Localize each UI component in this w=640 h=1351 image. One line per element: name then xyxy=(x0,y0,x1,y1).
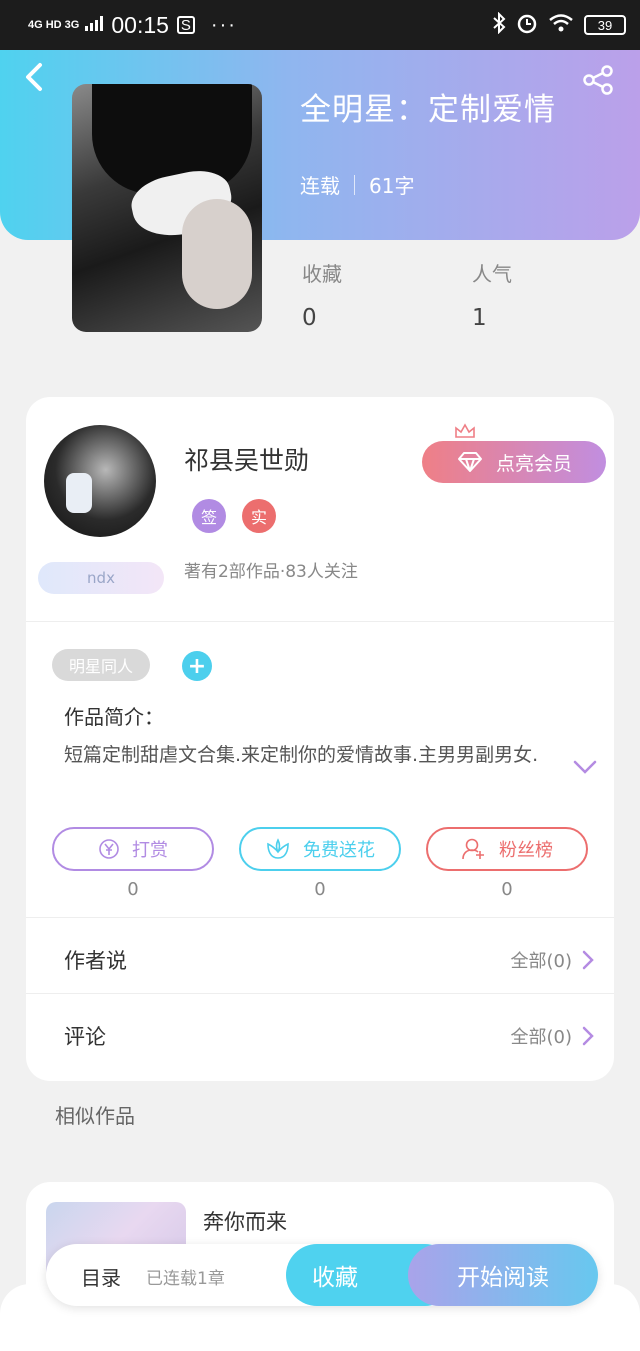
divider xyxy=(354,174,355,195)
flower-count: 0 xyxy=(314,879,326,900)
book-title: 全明星：定制爱情 xyxy=(300,92,556,128)
author-info-card: 祁县吴世勋 点亮会员 签 实 ndx 著有2部作品·83人关注 明星同人 + 作… xyxy=(26,397,614,1081)
stat-label: 人气 xyxy=(472,262,512,286)
stat-value: 0 xyxy=(302,305,317,331)
share-icon xyxy=(583,65,613,95)
directory-button[interactable]: 目录 xyxy=(81,1262,121,1291)
share-button[interactable] xyxy=(582,64,614,96)
signed-badge: 签 xyxy=(192,499,226,533)
author-name[interactable]: 祁县吴世勋 xyxy=(184,441,309,477)
wifi-icon xyxy=(548,13,574,38)
expand-intro-button[interactable] xyxy=(572,757,598,777)
chapter-count: 已连载1章 xyxy=(146,1269,225,1289)
stat-favorites: 收藏 0 xyxy=(302,258,342,331)
author-notes-more[interactable]: 全部(0) xyxy=(511,947,595,973)
fan-count: 0 xyxy=(501,879,513,900)
alarm-icon xyxy=(516,12,538,39)
comments-row[interactable]: 评论 全部(0) xyxy=(64,1016,594,1056)
send-flower-label: 免费送花 xyxy=(303,840,375,861)
fan-ranking-button[interactable]: 粉丝榜 xyxy=(426,827,588,871)
serial-status: 连载 xyxy=(300,174,340,198)
activate-member-button[interactable]: 点亮会员 xyxy=(422,441,606,483)
back-button[interactable] xyxy=(22,62,52,96)
signal-icon xyxy=(85,15,107,36)
comments-more[interactable]: 全部(0) xyxy=(511,1023,595,1049)
fan-ranking-label: 粉丝榜 xyxy=(499,840,553,861)
book-status-line: 连载 61字 xyxy=(300,170,414,199)
divider xyxy=(26,917,614,918)
yen-icon xyxy=(99,839,119,859)
status-bar: 4G HD 3G 00:15 S ··· 39 xyxy=(0,0,640,50)
stat-popularity: 人气 1 xyxy=(472,258,512,331)
favorite-label: 收藏 xyxy=(312,1265,358,1291)
reward-button[interactable]: 打赏 xyxy=(52,827,214,871)
chevron-right-icon xyxy=(582,1026,594,1046)
clock-time: 00:15 xyxy=(111,11,169,38)
genre-tag[interactable]: 明星同人 xyxy=(52,649,150,681)
intro-text: 短篇定制甜虐文合集.来定制你的爱情故事.主男男副男女. xyxy=(64,744,539,766)
book-cover-image[interactable] xyxy=(72,84,262,332)
author-works-summary: 著有2部作品·83人关注 xyxy=(184,562,358,582)
fan-icon xyxy=(462,838,484,860)
chevron-right-icon xyxy=(582,950,594,970)
bluetooth-icon xyxy=(492,11,506,39)
reward-count: 0 xyxy=(127,879,139,900)
author-notes-row[interactable]: 作者说 全部(0) xyxy=(64,940,594,980)
bottom-action-bar: 目录 已连载1章 收藏 开始阅读 xyxy=(46,1244,598,1306)
more-notifications-icon: ··· xyxy=(210,13,237,36)
verified-badge: 实 xyxy=(242,499,276,533)
app-notification-icon: S xyxy=(176,16,195,34)
diamond-icon xyxy=(457,452,482,472)
author-notes-count: 全部(0) xyxy=(510,951,573,972)
intro-title: 作品简介： xyxy=(64,705,164,729)
stat-value: 1 xyxy=(472,305,487,331)
comments-count: 全部(0) xyxy=(510,1027,573,1048)
start-reading-button[interactable]: 开始阅读 xyxy=(408,1244,598,1306)
stat-label: 收藏 xyxy=(302,262,342,286)
flower-icon xyxy=(267,838,289,859)
chevron-left-icon xyxy=(26,63,42,91)
author-notes-title: 作者说 xyxy=(64,949,127,973)
add-tag-button[interactable]: + xyxy=(182,651,212,681)
battery-indicator: 39 xyxy=(584,15,626,35)
similar-work-title[interactable]: 奔你而来 xyxy=(203,1206,287,1236)
author-fan-tag: ndx xyxy=(38,562,164,594)
author-avatar[interactable] xyxy=(44,425,156,537)
divider xyxy=(26,621,614,622)
start-reading-label: 开始阅读 xyxy=(457,1265,549,1291)
chevron-down-icon xyxy=(573,760,597,774)
crown-icon xyxy=(455,423,475,438)
word-count: 61字 xyxy=(369,174,415,198)
member-button-label: 点亮会员 xyxy=(495,452,572,475)
similar-works-heading: 相似作品 xyxy=(55,1104,135,1128)
reward-label: 打赏 xyxy=(132,840,168,861)
network-indicator: 4G HD 3G xyxy=(28,18,80,31)
send-flower-button[interactable]: 免费送花 xyxy=(239,827,401,871)
divider xyxy=(26,993,614,994)
comments-title: 评论 xyxy=(64,1025,106,1049)
